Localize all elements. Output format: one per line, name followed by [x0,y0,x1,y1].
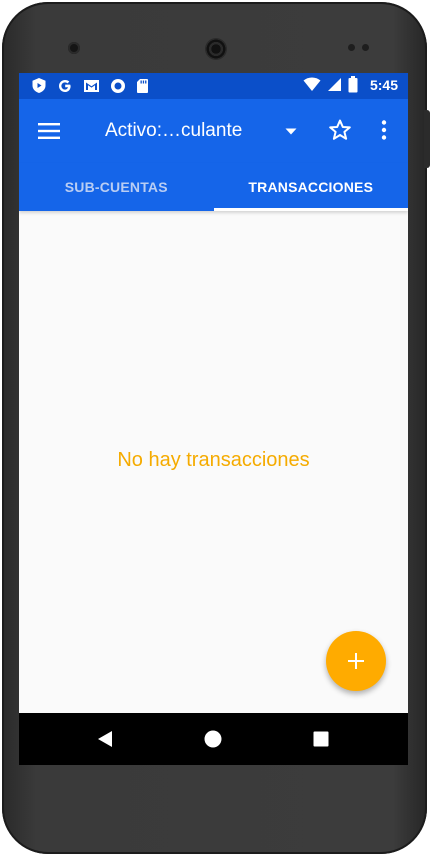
favorite-button[interactable] [325,115,355,145]
circle-icon [111,78,125,93]
tab-transacciones[interactable]: TRANSACCIONES [213,163,409,211]
app-screen: 5:45 Activo:…culante SUB-CUENTAS TRANSAC… [19,73,408,765]
front-camera [68,42,80,54]
back-button[interactable] [93,727,117,751]
more-vert-icon [381,120,387,140]
shield-icon [32,78,46,93]
sd-card-icon [137,78,148,93]
proximity-sensors [348,44,369,51]
menu-button[interactable] [31,117,67,145]
tab-sub-cuentas[interactable]: SUB-CUENTAS [19,163,214,211]
star-outline-icon [329,119,351,140]
earpiece-speaker [205,38,227,60]
empty-state-message: No hay transacciones [117,449,310,471]
app-bar: Activo:…culante [19,99,408,163]
home-icon [204,730,222,748]
dropdown-arrow-icon [285,128,297,134]
tab-bar: SUB-CUENTAS TRANSACCIONES [19,163,408,211]
tab-label: TRANSACCIONES [248,179,374,195]
back-icon [98,731,112,747]
account-title: Activo:…culante [105,120,243,141]
navigation-bar [19,713,408,765]
gmail-icon [84,79,99,92]
more-options-button[interactable] [373,115,395,145]
hamburger-menu-icon [38,123,60,139]
battery-icon [348,76,358,93]
power-button [424,110,430,168]
signal-icon [327,78,341,91]
account-selector[interactable]: Activo:…culante [105,117,297,145]
tab-label: SUB-CUENTAS [64,179,168,195]
recents-icon [313,731,329,747]
status-time: 5:45 [369,76,398,93]
home-button[interactable] [201,727,225,751]
wifi-icon [303,77,321,91]
add-transaction-button[interactable] [326,631,386,691]
recents-button[interactable] [309,727,333,751]
google-icon [59,79,71,92]
plus-icon [348,653,364,669]
status-bar: 5:45 [19,73,408,99]
